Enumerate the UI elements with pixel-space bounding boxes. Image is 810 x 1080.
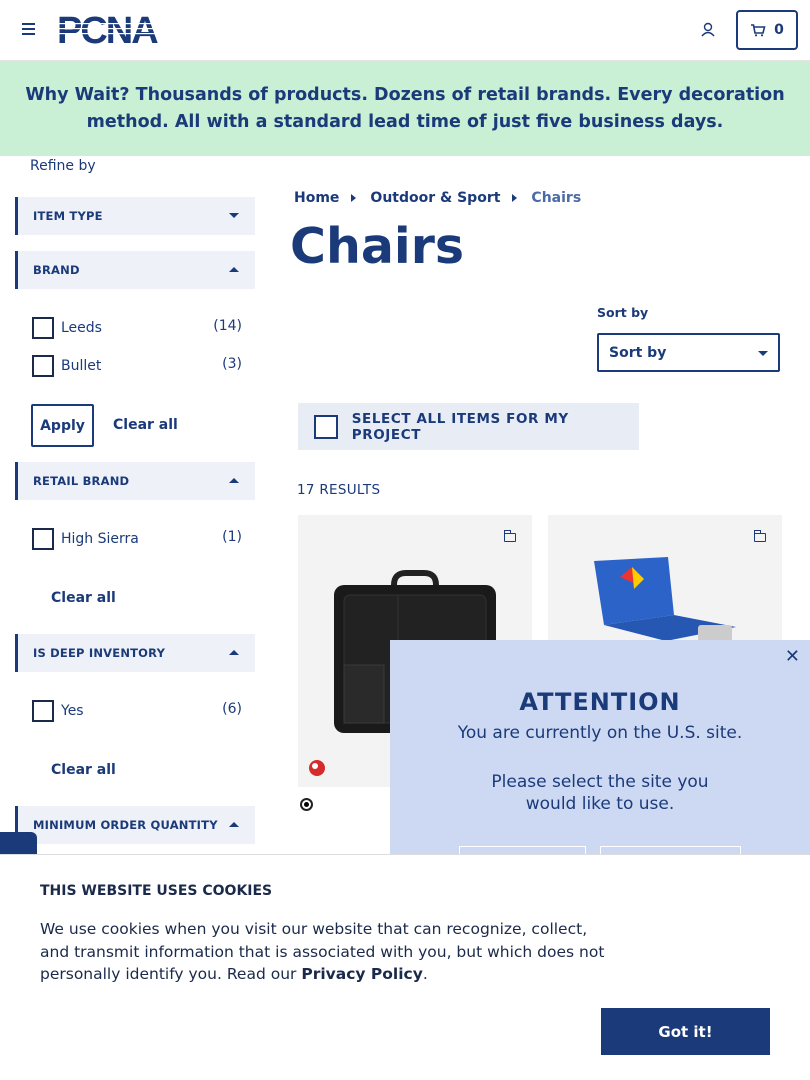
facet-label: ITEM TYPE — [33, 209, 103, 223]
checkbox[interactable] — [314, 414, 338, 439]
svg-text:PCNA: PCNA — [57, 12, 158, 48]
filter-option-leeds[interactable]: Leeds (14) — [32, 317, 242, 341]
sort-select[interactable]: Sort by — [597, 333, 780, 372]
breadcrumb: Home Outdoor & Sport Chairs — [294, 190, 581, 206]
facet-item-type[interactable]: ITEM TYPE — [15, 197, 255, 235]
breadcrumb-home[interactable]: Home — [294, 190, 339, 206]
filter-option-label: High Sierra — [61, 531, 139, 547]
color-swatch[interactable] — [300, 798, 313, 811]
sort-selected-value: Sort by — [609, 344, 667, 361]
pcna-logo[interactable]: PCNA — [57, 12, 175, 48]
filter-option-label: Leeds — [61, 320, 102, 336]
got-it-button[interactable]: Got it! — [601, 1008, 770, 1055]
breadcrumb-separator-icon — [351, 194, 357, 202]
promo-banner: Why Wait? Thousands of products. Dozens … — [0, 61, 810, 156]
modal-instructions-line-1: Please select the site you — [491, 772, 709, 792]
filter-option-high-sierra[interactable]: High Sierra (1) — [32, 528, 242, 552]
privacy-policy-link[interactable]: Privacy Policy — [301, 965, 423, 983]
cookie-text: We use cookies when you visit our websit… — [40, 918, 620, 986]
close-icon[interactable]: ✕ — [785, 646, 800, 667]
filter-option-count: (14) — [213, 318, 242, 334]
facet-is-deep-inventory[interactable]: IS DEEP INVENTORY — [15, 634, 255, 672]
refine-by-label: Refine by — [30, 158, 96, 174]
page-title: Chairs — [290, 218, 465, 275]
cart-button[interactable]: 0 — [736, 10, 798, 50]
breadcrumb-separator-icon — [512, 194, 518, 202]
filter-option-label: Bullet — [61, 358, 102, 374]
filter-option-count: (3) — [222, 356, 242, 372]
results-count: 17 RESULTS — [297, 482, 381, 498]
checkbox[interactable] — [32, 528, 54, 550]
promo-banner-text: Why Wait? Thousands of products. Dozens … — [25, 84, 785, 132]
hamburger-menu-icon[interactable] — [22, 23, 35, 37]
facet-retail-brand[interactable]: RETAIL BRAND — [15, 462, 255, 500]
filter-option-bullet[interactable]: Bullet (3) — [32, 355, 242, 379]
filter-option-count: (6) — [222, 701, 242, 717]
apply-button[interactable]: Apply — [31, 404, 94, 447]
account-icon[interactable] — [698, 20, 718, 40]
select-all-label: SELECT ALL ITEMS FOR MY PROJECT — [351, 410, 569, 443]
modal-title: ATTENTION — [519, 688, 681, 716]
filter-option-label: Yes — [61, 703, 84, 719]
filter-option-yes[interactable]: Yes (6) — [32, 700, 242, 724]
checkbox[interactable] — [32, 700, 54, 722]
chevron-up-icon — [229, 478, 239, 483]
filter-option-count: (1) — [222, 529, 242, 545]
breadcrumb-outdoor-sport[interactable]: Outdoor & Sport — [370, 190, 500, 206]
facet-label: IS DEEP INVENTORY — [33, 646, 166, 660]
facet-label: RETAIL BRAND — [33, 474, 130, 488]
select-all-items-checkbox[interactable]: SELECT ALL ITEMS FOR MY PROJECT — [298, 403, 639, 450]
site-header: PCNA 0 — [0, 0, 810, 61]
cookie-title: THIS WEBSITE USES COOKIES — [40, 883, 273, 899]
clear-all-brand-link[interactable]: Clear all — [113, 417, 178, 433]
facet-brand[interactable]: BRAND — [15, 251, 255, 289]
chevron-up-icon — [229, 267, 239, 272]
breadcrumb-current: Chairs — [531, 190, 582, 206]
cookie-banner: THIS WEBSITE USES COOKIES We use cookies… — [0, 854, 810, 1080]
feedback-side-tab[interactable] — [0, 832, 37, 856]
facet-minimum-order-quantity[interactable]: MINIMUM ORDER QUANTITY — [15, 806, 255, 844]
chevron-down-icon — [758, 351, 768, 356]
sort-label: Sort by — [597, 305, 649, 320]
facet-label: BRAND — [33, 263, 80, 277]
cart-count: 0 — [774, 22, 784, 38]
checkbox[interactable] — [32, 355, 54, 377]
site-selection-modal: ✕ ATTENTION You are currently on the U.S… — [390, 640, 810, 860]
modal-current-site-text: You are currently on the U.S. site. — [457, 723, 743, 743]
chevron-up-icon — [229, 822, 239, 827]
checkbox[interactable] — [32, 317, 54, 339]
clear-all-retail-brand-link[interactable]: Clear all — [51, 590, 116, 606]
cookie-text-end: . — [422, 965, 428, 983]
facet-label: MINIMUM ORDER QUANTITY — [33, 818, 218, 832]
clear-all-deep-inventory-link[interactable]: Clear all — [51, 762, 116, 778]
chevron-up-icon — [229, 650, 239, 655]
chevron-down-icon — [229, 213, 239, 218]
cart-icon — [751, 24, 766, 37]
modal-instructions-line-2: would like to use. — [525, 794, 675, 814]
